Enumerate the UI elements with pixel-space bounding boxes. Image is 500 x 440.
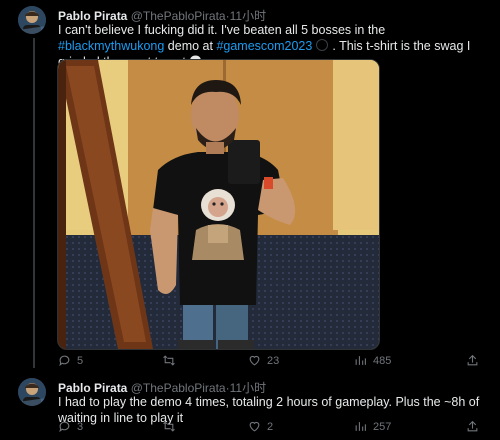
tweet-actions: 5 23 485 xyxy=(58,354,478,372)
timestamp[interactable]: 11小时 xyxy=(230,9,266,23)
retweet-button[interactable] xyxy=(162,354,182,367)
like-count: 23 xyxy=(267,354,280,367)
mirror-selfie-photo xyxy=(58,60,379,349)
tweet-photo[interactable] xyxy=(57,59,380,350)
retweet-button[interactable] xyxy=(162,420,182,433)
view-count: 485 xyxy=(373,354,392,367)
retweet-icon xyxy=(163,355,175,366)
retweet-icon xyxy=(163,421,175,432)
reply-count: 3 xyxy=(77,420,84,433)
view-count: 257 xyxy=(373,420,392,433)
heart-icon xyxy=(249,355,260,366)
reply-icon xyxy=(59,421,70,433)
thread-connector xyxy=(33,38,35,368)
reply-button[interactable]: 3 xyxy=(58,420,83,433)
author-handle[interactable]: @ThePabloPirata xyxy=(131,9,226,23)
share-button[interactable] xyxy=(466,354,479,367)
views-button[interactable]: 485 xyxy=(354,354,391,367)
hashtag-link[interactable]: #gamescom2023 xyxy=(216,39,312,53)
heart-icon xyxy=(249,421,260,432)
reply-button[interactable]: 5 xyxy=(58,354,83,367)
views-icon xyxy=(355,422,366,431)
like-count: 2 xyxy=(267,420,274,433)
globe-icon xyxy=(316,39,329,51)
like-button[interactable]: 2 xyxy=(248,420,273,433)
tweet-text-part: demo at xyxy=(164,39,217,53)
hashtag-link[interactable]: #blackmythwukong xyxy=(58,39,164,53)
author-name[interactable]: Pablo Pirata xyxy=(58,9,127,23)
share-button[interactable] xyxy=(466,420,479,433)
author-name[interactable]: Pablo Pirata xyxy=(58,381,127,395)
like-button[interactable]: 23 xyxy=(248,354,279,367)
reply-icon xyxy=(59,355,70,367)
avatar[interactable] xyxy=(18,6,46,34)
views-button[interactable]: 257 xyxy=(354,420,391,433)
avatar[interactable] xyxy=(18,378,46,406)
views-icon xyxy=(355,356,366,365)
tweet-text-part: I can't believe I fucking did it. I've b… xyxy=(58,23,386,37)
tweet-actions: 3 2 257 xyxy=(58,420,478,438)
timestamp[interactable]: 11小时 xyxy=(230,381,266,395)
share-icon xyxy=(467,354,478,366)
author-handle[interactable]: @ThePabloPirata xyxy=(131,381,226,395)
reply-count: 5 xyxy=(77,354,84,367)
share-icon xyxy=(467,420,478,432)
